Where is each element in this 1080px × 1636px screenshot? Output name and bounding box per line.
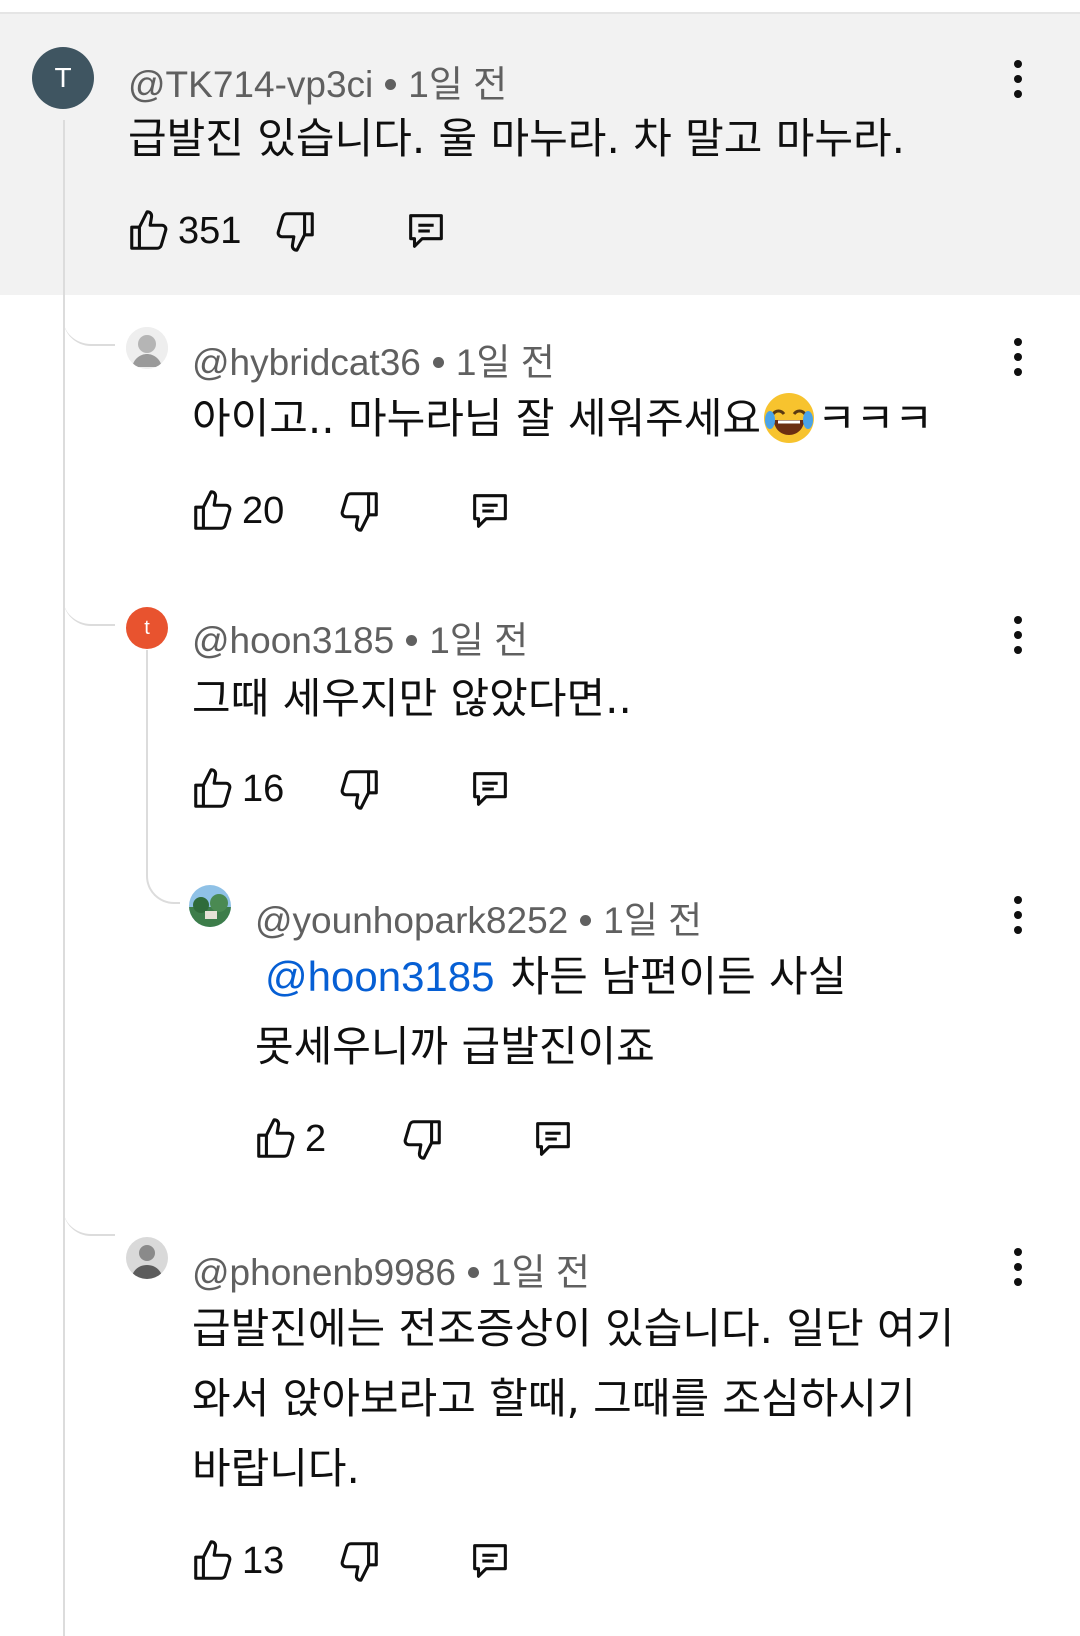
comment-author[interactable]: @TK714-vp3ci — [128, 64, 373, 105]
comment-text-line: 급발진 있습니다. 울 마누라. 차 말고 마누라. — [128, 114, 906, 163]
like-count: 20 — [242, 490, 285, 532]
avatar[interactable] — [189, 885, 231, 927]
comment-text: 급발진 있습니다. 울 마누라. 차 말고 마누라. — [128, 104, 905, 174]
more-vertical-icon[interactable] — [1003, 1242, 1033, 1292]
comment-actions: 13 — [190, 1538, 530, 1588]
comment-text: 못세우니까 급발진이죠 — [255, 1012, 655, 1082]
thread-branch-3 — [63, 1180, 115, 1236]
comment-time[interactable]: 1일 전 — [408, 64, 507, 105]
avatar[interactable] — [126, 1237, 168, 1279]
more-vertical-icon[interactable] — [1003, 54, 1033, 104]
reply-comment-icon[interactable] — [466, 766, 514, 812]
more-vertical-icon[interactable] — [1003, 610, 1033, 660]
comment-meta: @hoon3185 1일 전 — [192, 610, 528, 664]
thumbs-up-icon[interactable] — [253, 1116, 299, 1162]
comment-text: 바랍니다. — [192, 1434, 360, 1504]
comment-author[interactable]: @hybridcat36 — [192, 342, 421, 383]
comment-text-line: 와서 앉아보라고 할때, 그때를 조심하시기 — [192, 1374, 916, 1423]
like-count: 351 — [178, 210, 242, 252]
comment-time[interactable]: 1일 전 — [456, 342, 555, 383]
thumbs-up-icon[interactable] — [126, 208, 172, 254]
thread-line-main — [63, 120, 65, 1636]
comment-time[interactable]: 1일 전 — [491, 1252, 590, 1293]
comment-text-line: 아이고.. 마누라님 잘 세워주세요 — [192, 394, 762, 443]
avatar-letter: t — [144, 616, 150, 639]
thread-line-sub — [146, 650, 148, 850]
thumbs-up-icon[interactable] — [190, 1538, 236, 1584]
comment-actions: 351 — [126, 208, 466, 258]
comment-text: @hoon3185 차든 남편이든 사실 — [255, 942, 846, 1012]
thumbs-down-icon[interactable] — [272, 208, 318, 254]
thumbs-up-icon[interactable] — [190, 766, 236, 812]
avatar[interactable]: t — [126, 607, 168, 649]
comment-actions: 2 — [253, 1116, 593, 1166]
comment-text: 아이고.. 마누라님 잘 세워주세요 ㅋㅋㅋ — [192, 384, 933, 454]
reply-comment-icon[interactable] — [466, 488, 514, 534]
comment-text-line: 못세우니까 급발진이죠 — [255, 1022, 655, 1071]
more-vertical-icon[interactable] — [1003, 890, 1033, 940]
comment-text-line: 바랍니다. — [192, 1444, 360, 1493]
comment-author[interactable]: @phonenb9986 — [192, 1252, 456, 1293]
comment-meta: @phonenb9986 1일 전 — [192, 1242, 590, 1296]
like-count: 13 — [242, 1540, 285, 1582]
thumbs-down-icon[interactable] — [336, 766, 382, 812]
thumbs-up-icon[interactable] — [190, 488, 236, 534]
comment-author[interactable]: @younhopark8252 — [255, 900, 568, 941]
reply-comment-icon[interactable] — [466, 1538, 514, 1584]
comment-actions: 16 — [190, 766, 530, 816]
reply-comment-icon[interactable] — [529, 1116, 577, 1162]
thumbs-down-icon[interactable] — [336, 488, 382, 534]
thread-branch-2 — [63, 570, 115, 626]
comment-text: 와서 앉아보라고 할때, 그때를 조심하시기 — [192, 1364, 916, 1434]
thumbs-down-icon[interactable] — [336, 1538, 382, 1584]
comment-text-line: 차든 남편이든 사실 — [510, 952, 847, 1001]
separator-dot — [467, 1266, 479, 1278]
tears-of-joy-emoji — [761, 390, 817, 446]
avatar-letter: T — [54, 62, 72, 93]
comment-text: 그때 세우지만 않았다면.. — [192, 664, 632, 734]
thread-branch-sub — [146, 846, 180, 904]
more-vertical-icon[interactable] — [1003, 332, 1033, 382]
comment-meta: @TK714-vp3ci 1일 전 — [128, 54, 507, 108]
comment-meta: @younhopark8252 1일 전 — [255, 890, 702, 944]
avatar[interactable]: T — [32, 47, 94, 109]
separator-dot — [432, 356, 444, 368]
comment-actions: 20 — [190, 488, 530, 538]
like-count: 16 — [242, 768, 285, 810]
thread-branch-1 — [63, 290, 115, 346]
comment-text-line: ㅋㅋㅋ — [817, 394, 933, 443]
like-count: 2 — [305, 1118, 327, 1160]
comment-text-line: 급발진에는 전조증상이 있습니다. 일단 여기 — [192, 1304, 955, 1353]
reply-comment-icon[interactable] — [402, 208, 450, 254]
mention-link[interactable]: @hoon3185 — [265, 953, 495, 1000]
comment-author[interactable]: @hoon3185 — [192, 620, 394, 661]
separator-dot — [406, 634, 418, 646]
thumbs-down-icon[interactable] — [399, 1116, 445, 1162]
separator-dot — [385, 78, 397, 90]
comment-time[interactable]: 1일 전 — [429, 620, 528, 661]
comment-meta: @hybridcat36 1일 전 — [192, 332, 555, 386]
separator-dot — [580, 914, 592, 926]
comment-time[interactable]: 1일 전 — [603, 900, 702, 941]
comment-text: 급발진에는 전조증상이 있습니다. 일단 여기 — [192, 1294, 954, 1364]
avatar[interactable] — [126, 327, 168, 369]
comment-text-line: 그때 세우지만 않았다면.. — [192, 674, 632, 723]
